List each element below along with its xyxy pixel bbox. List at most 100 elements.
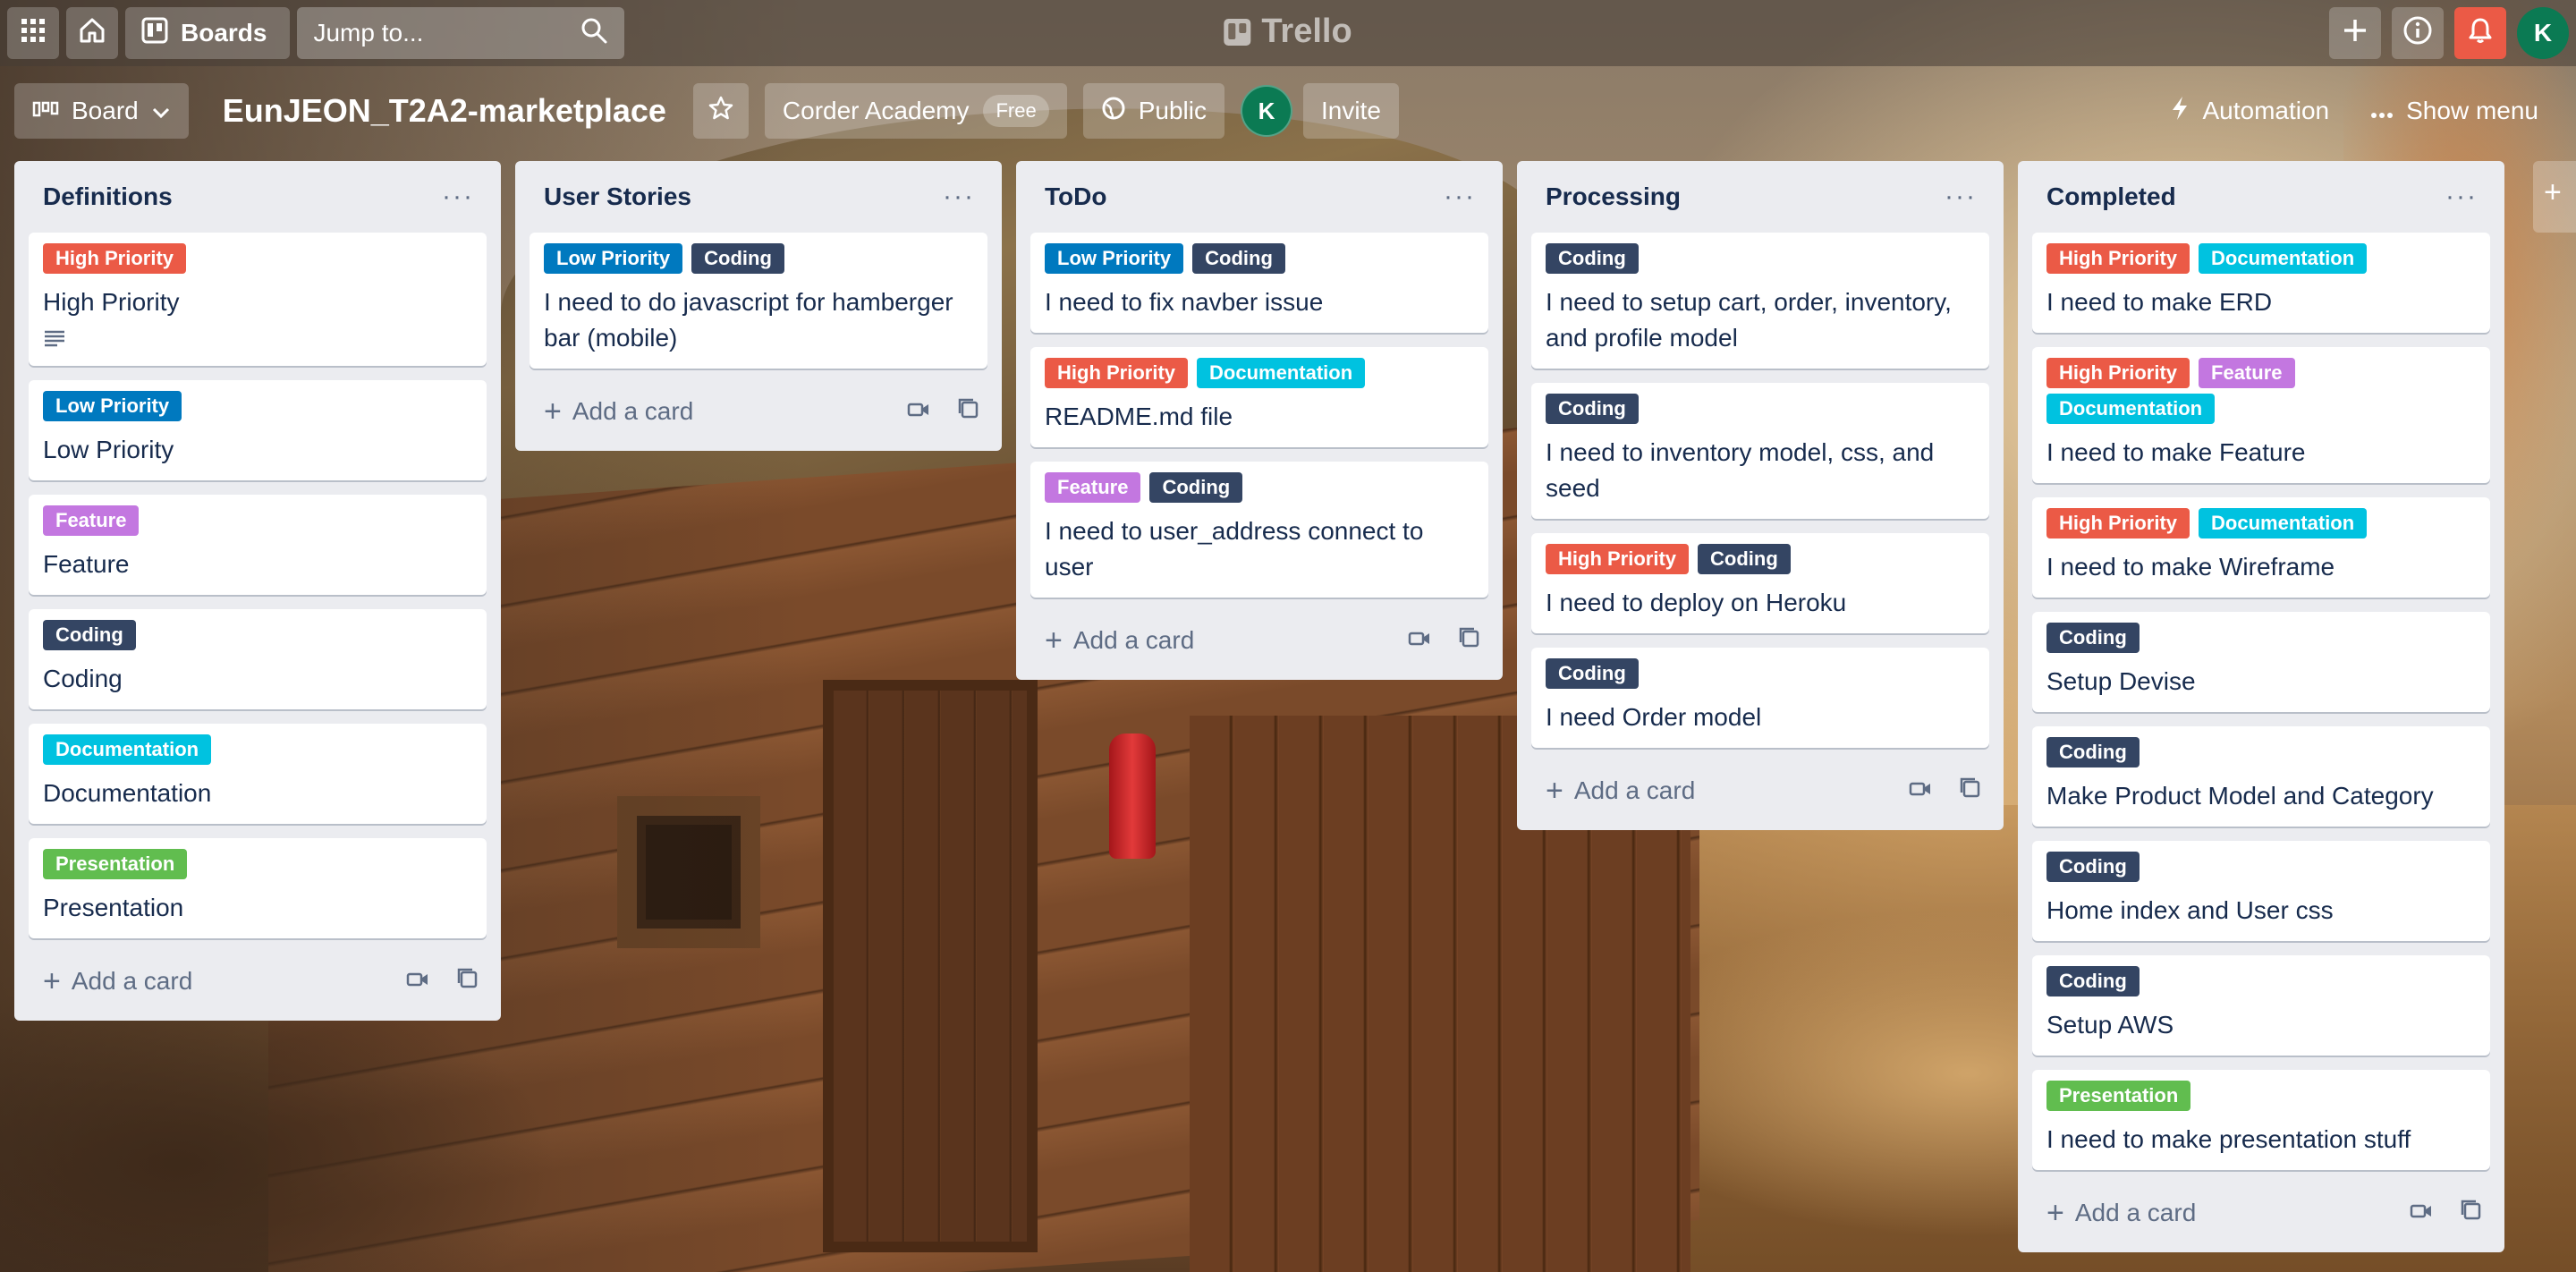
card-label[interactable]: High Priority bbox=[2046, 358, 2190, 388]
list-title[interactable]: Definitions bbox=[43, 182, 173, 211]
card[interactable]: Feature Coding I need to user_address conn… bbox=[1030, 462, 1488, 598]
user-avatar[interactable]: K bbox=[2517, 7, 2569, 59]
add-card-button[interactable]: + Add a card bbox=[43, 964, 192, 999]
card-label[interactable]: Coding bbox=[1546, 658, 1639, 689]
card-label[interactable]: Documentation bbox=[2199, 508, 2368, 538]
video-icon[interactable] bbox=[907, 399, 930, 424]
card-label[interactable]: Coding bbox=[1546, 394, 1639, 424]
show-menu-button[interactable]: Show menu bbox=[2352, 83, 2556, 139]
apps-button[interactable] bbox=[7, 7, 59, 59]
create-from-template-icon[interactable] bbox=[1458, 626, 1481, 656]
video-icon[interactable] bbox=[406, 969, 429, 994]
create-from-template-icon[interactable] bbox=[2460, 1199, 2483, 1228]
card-label[interactable]: Presentation bbox=[2046, 1081, 2191, 1111]
add-card-button[interactable]: + Add a card bbox=[544, 394, 693, 429]
card-label[interactable]: Low Priority bbox=[43, 391, 182, 421]
card-label[interactable]: High Priority bbox=[2046, 508, 2190, 538]
create-from-template-icon[interactable] bbox=[456, 967, 479, 996]
notifications-button[interactable] bbox=[2454, 7, 2506, 59]
card[interactable]: High Priority Documentation I need to make… bbox=[2032, 233, 2490, 333]
card-label[interactable]: Coding bbox=[2046, 623, 2140, 653]
member-avatar[interactable]: K bbox=[1240, 85, 1292, 137]
card[interactable]: Coding Coding bbox=[29, 609, 487, 709]
list-menu-icon[interactable]: ··· bbox=[1444, 182, 1476, 212]
card-label[interactable]: Low Priority bbox=[544, 243, 683, 274]
video-icon[interactable] bbox=[1408, 628, 1431, 653]
list-menu-icon[interactable]: ··· bbox=[943, 182, 975, 212]
visibility-button[interactable]: Public bbox=[1082, 83, 1224, 139]
create-from-template-icon[interactable] bbox=[957, 397, 980, 427]
bell-icon bbox=[2466, 16, 2495, 51]
card[interactable]: Low Priority Coding I need to fix navber i… bbox=[1030, 233, 1488, 333]
card[interactable]: Feature Feature bbox=[29, 495, 487, 595]
card[interactable]: Coding I need to inventory model, css, an… bbox=[1531, 383, 1989, 519]
list-title[interactable]: User Stories bbox=[544, 182, 691, 211]
board-view-switcher[interactable]: Board bbox=[14, 83, 189, 139]
card-label[interactable]: Feature bbox=[1045, 472, 1141, 503]
card-label[interactable]: Coding bbox=[2046, 852, 2140, 882]
card-label[interactable]: Low Priority bbox=[1045, 243, 1184, 274]
create-button[interactable] bbox=[2329, 7, 2381, 59]
video-icon[interactable] bbox=[2410, 1200, 2433, 1225]
card[interactable]: Documentation Documentation bbox=[29, 724, 487, 824]
card-label[interactable]: Coding bbox=[1149, 472, 1243, 503]
card[interactable]: Coding Setup AWS bbox=[2032, 955, 2490, 1056]
card[interactable]: Low Priority Coding I need to do javascrip… bbox=[530, 233, 987, 369]
card[interactable]: High Priority Coding I need to deploy on H… bbox=[1531, 533, 1989, 633]
automation-button[interactable]: Automation bbox=[2152, 83, 2347, 139]
card-label[interactable]: Documentation bbox=[43, 734, 212, 765]
search-input[interactable]: Jump to... bbox=[297, 7, 625, 59]
card[interactable]: Coding Home index and User css bbox=[2032, 841, 2490, 941]
create-from-template-icon[interactable] bbox=[1959, 776, 1982, 806]
list-menu-icon[interactable]: ··· bbox=[2445, 182, 2478, 212]
card-label[interactable]: Coding bbox=[1698, 544, 1791, 574]
list-menu-icon[interactable]: ··· bbox=[1945, 182, 1977, 212]
card-label[interactable]: Coding bbox=[1192, 243, 1285, 274]
card[interactable]: Coding Make Product Model and Category bbox=[2032, 726, 2490, 827]
card-label[interactable]: Coding bbox=[1546, 243, 1639, 274]
list-title[interactable]: Completed bbox=[2046, 182, 2176, 211]
card-labels: Coding bbox=[1546, 243, 1975, 279]
card[interactable]: Coding I need to setup cart, order, inven… bbox=[1531, 233, 1989, 369]
card-label[interactable]: High Priority bbox=[43, 243, 187, 274]
card[interactable]: Presentation Presentation bbox=[29, 838, 487, 938]
star-board-button[interactable] bbox=[692, 83, 749, 139]
card-label[interactable]: Coding bbox=[691, 243, 784, 274]
list-menu-icon[interactable]: ··· bbox=[442, 182, 474, 212]
card-label[interactable]: Feature bbox=[43, 505, 140, 536]
card-label[interactable]: Coding bbox=[43, 620, 136, 650]
card[interactable]: Presentation I need to make presentation … bbox=[2032, 1070, 2490, 1170]
card[interactable]: High Priority Documentation README.md file bbox=[1030, 347, 1488, 447]
card-label[interactable]: High Priority bbox=[1546, 544, 1690, 574]
boards-button[interactable]: Boards bbox=[125, 7, 291, 59]
add-list-button[interactable]: + bbox=[2533, 161, 2576, 233]
video-icon[interactable] bbox=[1909, 778, 1932, 803]
card-labels: High Priority bbox=[43, 243, 472, 279]
card-label[interactable]: High Priority bbox=[1045, 358, 1189, 388]
workspace-button[interactable]: Corder Academy Free bbox=[764, 83, 1067, 139]
card[interactable]: Coding Setup Devise bbox=[2032, 612, 2490, 712]
card-label[interactable]: Feature bbox=[2199, 358, 2295, 388]
card[interactable]: High Priority Feature Documentation I need … bbox=[2032, 347, 2490, 483]
card-label[interactable]: Coding bbox=[2046, 737, 2140, 767]
add-card-button[interactable]: + Add a card bbox=[1546, 774, 1695, 809]
info-button[interactable] bbox=[2392, 7, 2444, 59]
card-label[interactable]: Coding bbox=[2046, 966, 2140, 996]
list-title[interactable]: ToDo bbox=[1045, 182, 1106, 211]
invite-button[interactable]: Invite bbox=[1302, 83, 1399, 139]
card-label[interactable]: Documentation bbox=[2046, 394, 2216, 424]
list-title[interactable]: Processing bbox=[1546, 182, 1681, 211]
card-label[interactable]: High Priority bbox=[2046, 243, 2190, 274]
card-label[interactable]: Documentation bbox=[2199, 243, 2368, 274]
card[interactable]: Low Priority Low Priority bbox=[29, 380, 487, 480]
trello-logo[interactable]: Trello bbox=[1224, 13, 1352, 51]
card[interactable]: High Priority Documentation I need to make… bbox=[2032, 497, 2490, 598]
card-label[interactable]: Presentation bbox=[43, 849, 188, 879]
card-label[interactable]: Documentation bbox=[1197, 358, 1366, 388]
add-card-button[interactable]: + Add a card bbox=[2046, 1196, 2196, 1231]
card[interactable]: High Priority High Priority bbox=[29, 233, 487, 366]
card[interactable]: Coding I need Order model bbox=[1531, 648, 1989, 748]
board-title[interactable]: EunJEON_T2A2-marketplace bbox=[205, 83, 684, 139]
add-card-button[interactable]: + Add a card bbox=[1045, 623, 1194, 658]
home-button[interactable] bbox=[66, 7, 118, 59]
